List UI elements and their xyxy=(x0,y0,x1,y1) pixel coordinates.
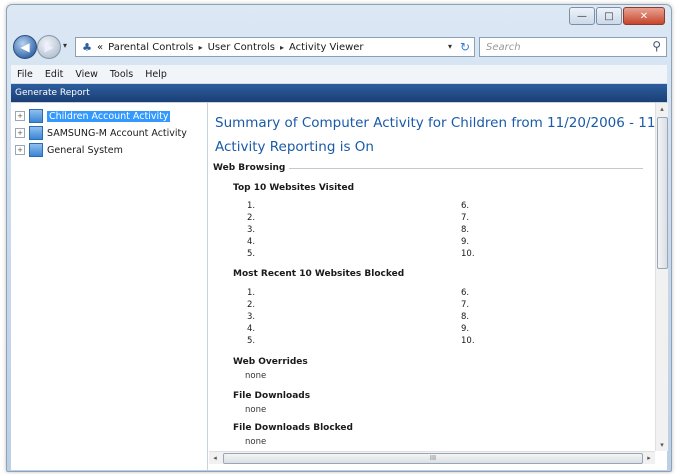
list-item: 3. xyxy=(247,225,256,235)
menu-file[interactable]: File xyxy=(11,69,39,80)
back-button[interactable]: ◀ xyxy=(13,35,37,59)
tree-item-label: General System xyxy=(47,144,123,156)
parental-controls-icon: ♣ xyxy=(82,40,92,54)
list-item: 5. xyxy=(247,249,256,259)
menu-help[interactable]: Help xyxy=(139,69,173,80)
breadcrumb-separator-icon[interactable]: ▸ xyxy=(199,43,203,52)
list-item: 9. xyxy=(461,324,470,334)
breadcrumb-overflow[interactable]: « xyxy=(97,42,103,53)
section-web-browsing: Web Browsing xyxy=(213,163,643,173)
tree-item-label: SAMSUNG-M Account Activity xyxy=(47,127,187,139)
close-button[interactable]: ✕ xyxy=(623,7,665,25)
expand-icon[interactable]: + xyxy=(15,145,25,155)
list-item: 4. xyxy=(247,237,256,247)
account-tree: + Children Account Activity + SAMSUNG-M … xyxy=(11,103,208,470)
vertical-scroll-thumb[interactable] xyxy=(657,117,668,269)
minimize-button[interactable]: — xyxy=(569,7,595,25)
recent-pages-dropdown-icon[interactable]: ▾ xyxy=(63,41,67,50)
list-item: 10. xyxy=(461,249,475,259)
list-item: 7. xyxy=(461,213,470,223)
list-item: 6. xyxy=(461,288,470,298)
window-controls: — □ ✕ xyxy=(568,7,665,25)
address-dropdown-icon[interactable]: ▾ xyxy=(448,42,452,51)
breadcrumb-separator-icon[interactable]: ▸ xyxy=(280,43,284,52)
list-item: 4. xyxy=(247,324,256,334)
menu-tools[interactable]: Tools xyxy=(104,69,139,80)
reporting-status: Activity Reporting is On xyxy=(215,139,374,155)
list-item: 5. xyxy=(247,336,256,346)
list-item: 7. xyxy=(461,300,470,310)
scroll-down-icon[interactable]: ▾ xyxy=(656,439,668,451)
menu-edit[interactable]: Edit xyxy=(39,69,69,80)
section-divider xyxy=(289,167,643,169)
file-downloads-blocked-heading: File Downloads Blocked xyxy=(233,423,353,433)
list-item: 2. xyxy=(247,300,256,310)
file-downloads-value: none xyxy=(245,405,267,415)
search-icon[interactable]: ⚲ xyxy=(652,39,661,53)
forward-button[interactable]: ▶ xyxy=(37,35,61,59)
tree-item-samsung-account[interactable]: + SAMSUNG-M Account Activity xyxy=(15,126,187,140)
menu-bar: File Edit View Tools Help xyxy=(11,65,667,84)
horizontal-scrollbar[interactable]: ◂ III ▸ xyxy=(209,451,655,464)
breadcrumb-activity-viewer[interactable]: Activity Viewer xyxy=(289,42,364,53)
search-input[interactable]: Search ⚲ xyxy=(479,37,667,57)
maximize-button[interactable]: □ xyxy=(596,7,622,25)
refresh-icon[interactable]: ↻ xyxy=(460,40,470,54)
expand-icon[interactable]: + xyxy=(15,111,25,121)
file-downloads-blocked-value: none xyxy=(245,437,267,447)
menu-view[interactable]: View xyxy=(69,69,104,80)
back-arrow-icon: ◀ xyxy=(20,40,30,54)
scroll-up-icon[interactable]: ▴ xyxy=(656,103,668,115)
forward-arrow-icon: ▶ xyxy=(44,40,54,54)
report-node-icon xyxy=(29,109,43,123)
content-area: + Children Account Activity + SAMSUNG-M … xyxy=(11,102,668,470)
breadcrumb-parental-controls[interactable]: Parental Controls xyxy=(108,42,193,53)
web-overrides-value: none xyxy=(245,371,267,381)
blocked-websites-heading: Most Recent 10 Websites Blocked xyxy=(233,269,405,279)
list-item: 9. xyxy=(461,237,470,247)
list-item: 3. xyxy=(247,312,256,322)
expand-icon[interactable]: + xyxy=(15,128,25,138)
list-item: 2. xyxy=(247,213,256,223)
tree-item-children-account[interactable]: + Children Account Activity xyxy=(15,109,171,123)
report-node-icon xyxy=(29,143,43,157)
generate-report-button[interactable]: Generate Report xyxy=(11,88,94,98)
report-pane: Summary of Computer Activity for Childre… xyxy=(209,103,655,451)
window: — □ ✕ ◀ ▶ ▾ ♣ « Parental Controls ▸ User… xyxy=(6,4,672,472)
breadcrumb-user-controls[interactable]: User Controls xyxy=(208,42,275,53)
toolbar: Generate Report xyxy=(11,84,667,102)
scroll-grip-icon: III xyxy=(429,454,437,462)
tree-item-general-system[interactable]: + General System xyxy=(15,143,123,157)
list-item: 8. xyxy=(461,312,470,322)
list-item: 1. xyxy=(247,201,256,211)
top-websites-heading: Top 10 Websites Visited xyxy=(233,183,355,193)
list-item: 6. xyxy=(461,201,470,211)
tree-item-label: Children Account Activity xyxy=(47,110,171,122)
list-item: 10. xyxy=(461,336,475,346)
scroll-left-icon[interactable]: ◂ xyxy=(209,452,221,464)
horizontal-scroll-thumb[interactable]: III xyxy=(223,453,643,464)
search-placeholder: Search xyxy=(486,41,521,53)
file-downloads-heading: File Downloads xyxy=(233,391,311,401)
address-bar[interactable]: ♣ « Parental Controls ▸ User Controls ▸ … xyxy=(75,37,475,57)
web-overrides-heading: Web Overrides xyxy=(233,357,308,367)
list-item: 8. xyxy=(461,225,470,235)
list-item: 1. xyxy=(247,288,256,298)
section-label: Web Browsing xyxy=(213,163,286,173)
report-node-icon xyxy=(29,126,43,140)
report-title: Summary of Computer Activity for Childre… xyxy=(215,115,655,131)
vertical-scrollbar[interactable]: ▴ ▾ xyxy=(655,103,668,451)
navigation-bar: ◀ ▶ ▾ ♣ « Parental Controls ▸ User Contr… xyxy=(11,31,667,63)
scroll-right-icon[interactable]: ▸ xyxy=(643,452,655,464)
